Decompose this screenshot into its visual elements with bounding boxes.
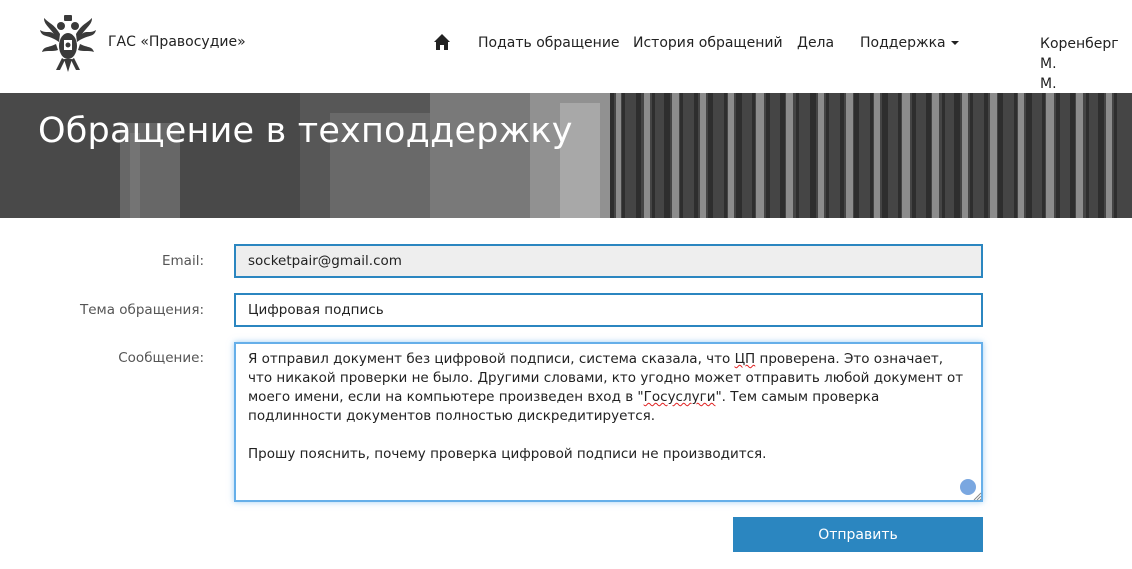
- submit-button[interactable]: Отправить: [733, 517, 983, 552]
- page-title: Обращение в техподдержку: [38, 111, 573, 151]
- message-text: Госуслуги: [643, 389, 716, 405]
- resize-handle-icon[interactable]: [972, 491, 982, 501]
- top-navbar: ГАС «Правосудие» Подать обращение Истори…: [0, 0, 1132, 93]
- subject-label: Тема обращения:: [79, 302, 204, 318]
- message-text: Прошу пояснить, почему проверка цифровой…: [248, 446, 767, 462]
- email-field[interactable]: socketpair@gmail.com: [234, 244, 983, 278]
- user-name-line2: М.: [1040, 76, 1057, 92]
- subject-field[interactable]: Цифровая подпись: [234, 293, 983, 327]
- message-text: ЦП: [734, 351, 756, 367]
- brand-link[interactable]: ГАС «Правосудие»: [108, 34, 246, 50]
- message-textarea[interactable]: Я отправил документ без цифровой подписи…: [234, 342, 983, 502]
- russian-coat-of-arms-logo: [40, 15, 96, 72]
- user-name-line1: Коренберг М.: [1040, 36, 1119, 72]
- nav-cases[interactable]: Дела: [797, 35, 834, 51]
- user-menu[interactable]: Коренберг М. М.: [1040, 34, 1132, 94]
- nav-submit-request[interactable]: Подать обращение: [478, 35, 620, 51]
- nav-support-label: Поддержка: [860, 35, 946, 51]
- message-text: Я отправил документ без цифровой подписи…: [248, 351, 735, 367]
- nav-request-history[interactable]: История обращений: [633, 35, 783, 51]
- hero-banner: Обращение в техподдержку: [0, 93, 1132, 218]
- caret-down-icon: [950, 41, 959, 45]
- email-label: Email:: [161, 253, 204, 269]
- home-icon[interactable]: [433, 33, 451, 51]
- message-label: Сообщение:: [118, 350, 204, 366]
- nav-support-dropdown[interactable]: Поддержка: [860, 35, 959, 51]
